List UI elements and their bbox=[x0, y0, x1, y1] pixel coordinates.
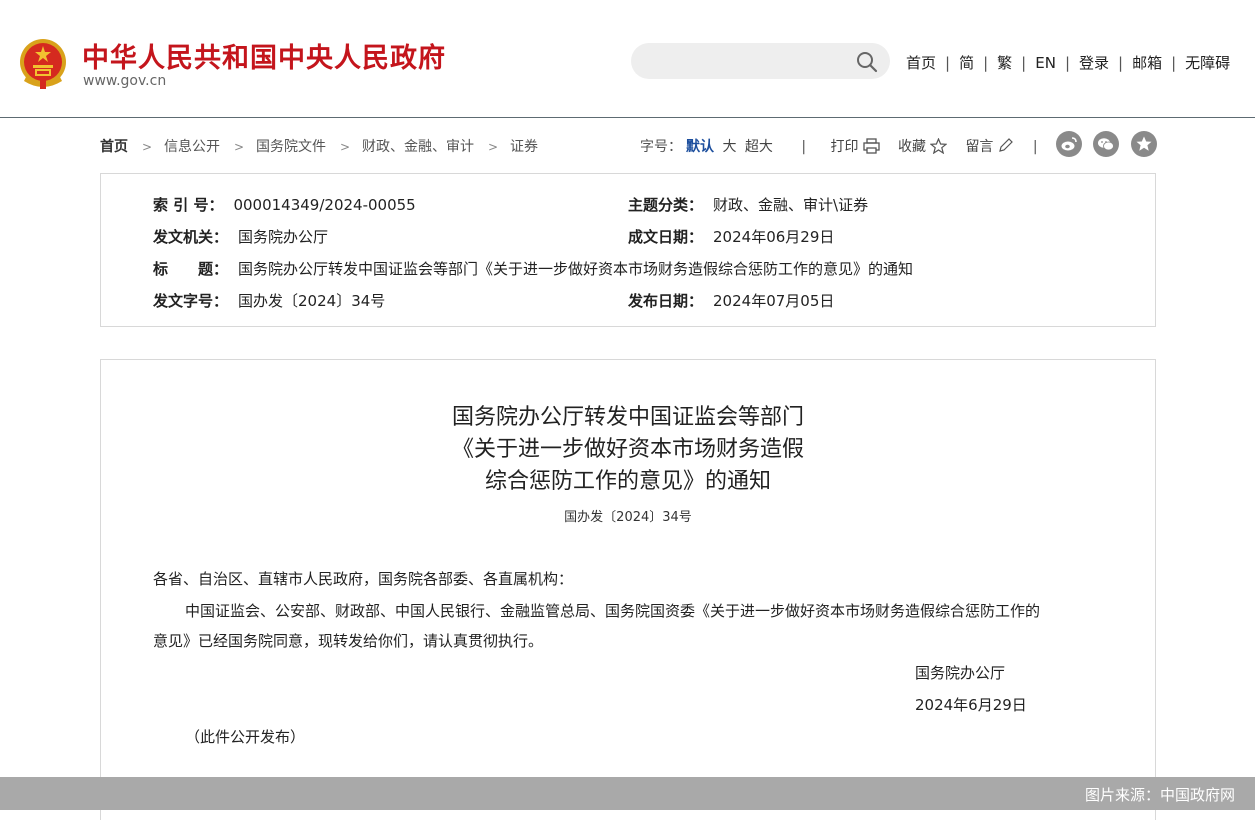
weibo-icon bbox=[1061, 137, 1077, 151]
meta-date-written-label: 成文日期： bbox=[628, 228, 704, 246]
favorite-label: 收藏 bbox=[897, 139, 926, 155]
chevron-right-icon: > bbox=[142, 140, 153, 154]
meta-index: 索 引 号： 000014349/2024-00055 bbox=[153, 194, 416, 215]
article-title: 国务院办公厅转发中国证监会等部门 《关于进一步做好资本市场财务造假 综合惩防工作… bbox=[101, 402, 1155, 498]
meta-title-label: 标 题： bbox=[153, 260, 229, 278]
print-label: 打印 bbox=[830, 139, 859, 155]
nav-divider: | bbox=[1021, 54, 1027, 72]
article-tools: 字号： 默认 大 超大 | 打印 收藏 留言 | bbox=[640, 136, 1058, 156]
breadcrumb-bar: 首页 > 信息公开 > 国务院文件 > 财政、金融、审计 > 证券 字号： 默认 大 超大 | 打… bbox=[100, 131, 1157, 157]
article-content: 国务院办公厅转发中国证监会等部门 《关于进一步做好资本市场财务造假 综合惩防工作… bbox=[100, 359, 1156, 820]
site-header: 中华人民共和国中央人民政府 www.gov.cn 首页 | 简 | 繁 | EN | 登录 | 邮箱… bbox=[0, 0, 1255, 118]
font-size-label: 字号： bbox=[640, 139, 682, 155]
breadcrumb: 首页 > 信息公开 > 国务院文件 > 财政、金融、审计 > 证券 bbox=[100, 136, 538, 156]
weibo-share-button[interactable] bbox=[1056, 131, 1082, 157]
star-icon bbox=[1136, 136, 1152, 151]
national-emblem-icon[interactable] bbox=[18, 37, 68, 91]
font-size-xlarge[interactable]: 超大 bbox=[745, 139, 773, 155]
breadcrumb-finance[interactable]: 财政、金融、审计 bbox=[362, 139, 474, 155]
tools-divider: | bbox=[1032, 139, 1038, 155]
breadcrumb-securities[interactable]: 证券 bbox=[510, 139, 538, 155]
meta-publish-date: 发布日期： 2024年07月05日 bbox=[628, 290, 834, 311]
meta-doc-no: 发文字号： 国办发〔2024〕34号 bbox=[153, 290, 385, 311]
nav-simplified[interactable]: 简 bbox=[959, 54, 974, 72]
comment-label: 留言 bbox=[965, 139, 994, 155]
wechat-icon bbox=[1098, 138, 1114, 151]
meta-publish-label: 发布日期： bbox=[628, 292, 704, 310]
meta-issuer-value: 国务院办公厅 bbox=[238, 228, 329, 246]
breadcrumb-info-public[interactable]: 信息公开 bbox=[164, 139, 220, 155]
meta-doc-no-label: 发文字号： bbox=[153, 292, 229, 310]
search-input[interactable] bbox=[647, 43, 851, 81]
meta-publish-value: 2024年07月05日 bbox=[713, 292, 835, 310]
meta-issuer: 发文机关： 国务院办公厅 bbox=[153, 226, 328, 247]
article-title-line: 综合惩防工作的意见》的通知 bbox=[484, 469, 771, 494]
nav-divider: | bbox=[1064, 54, 1070, 72]
pencil-icon bbox=[999, 138, 1014, 152]
star-outline-icon bbox=[929, 138, 947, 154]
nav-divider: | bbox=[983, 54, 989, 72]
article-salutation: 各省、自治区、直辖市人民政府，国务院各部委、各直属机构： bbox=[153, 570, 574, 588]
chevron-right-icon: > bbox=[234, 140, 245, 154]
article-body-line: 意见》已经国务院同意，现转发给你们，请认真贯彻执行。 bbox=[153, 632, 544, 650]
nav-mail[interactable]: 邮箱 bbox=[1132, 54, 1162, 72]
article-publish-note: （此件公开发布） bbox=[185, 728, 306, 746]
favorite-button[interactable]: 收藏 bbox=[897, 138, 947, 155]
font-size-large[interactable]: 大 bbox=[722, 139, 736, 155]
meta-index-value: 000014349/2024-00055 bbox=[233, 196, 416, 214]
site-url[interactable]: www.gov.cn bbox=[83, 73, 166, 89]
article-title-line: 《关于进一步做好资本市场财务造假 bbox=[451, 437, 804, 462]
nav-home[interactable]: 首页 bbox=[906, 54, 936, 72]
meta-title-value: 国务院办公厅转发中国证监会等部门《关于进一步做好资本市场财务造假综合惩防工作的意… bbox=[238, 260, 914, 278]
meta-topic-value: 财政、金融、审计\证券 bbox=[713, 196, 869, 214]
meta-issuer-label: 发文机关： bbox=[153, 228, 229, 246]
top-nav: 首页 | 简 | 繁 | EN | 登录 | 邮箱 | 无障碍 bbox=[906, 52, 1230, 73]
article-doc-number: 国办发〔2024〕34号 bbox=[564, 510, 692, 525]
chevron-right-icon: > bbox=[340, 140, 351, 154]
breadcrumb-state-council-docs[interactable]: 国务院文件 bbox=[256, 139, 326, 155]
image-source-strip: 图片来源：中国政府网 bbox=[0, 777, 1255, 810]
wechat-share-button[interactable] bbox=[1093, 131, 1119, 157]
nav-accessibility[interactable]: 无障碍 bbox=[1185, 54, 1230, 72]
chevron-right-icon: > bbox=[488, 140, 499, 154]
image-source-text: 图片来源：中国政府网 bbox=[1084, 786, 1235, 804]
article-body-line: 中国证监会、公安部、财政部、中国人民银行、金融监管总局、国务院国资委《关于进一步… bbox=[185, 602, 1041, 620]
nav-traditional[interactable]: 繁 bbox=[997, 54, 1012, 72]
search-icon[interactable] bbox=[856, 51, 878, 73]
nav-divider: | bbox=[1118, 54, 1124, 72]
font-size-default[interactable]: 默认 bbox=[686, 139, 714, 155]
nav-english[interactable]: EN bbox=[1035, 54, 1056, 72]
article-signer: 国务院办公厅 bbox=[915, 664, 1006, 682]
meta-index-label: 索 引 号： bbox=[153, 196, 224, 214]
nav-login[interactable]: 登录 bbox=[1079, 54, 1109, 72]
document-metadata: 索 引 号： 000014349/2024-00055 主题分类： 财政、金融、审计… bbox=[100, 173, 1156, 327]
favorite-share-button[interactable] bbox=[1131, 131, 1157, 157]
article-sign-date: 2024年6月29日 bbox=[915, 696, 1027, 714]
nav-divider: | bbox=[945, 54, 951, 72]
meta-title: 标 题： 国务院办公厅转发中国证监会等部门《关于进一步做好资本市场财务造假综合惩防… bbox=[153, 258, 913, 279]
meta-date-written: 成文日期： 2024年06月29日 bbox=[628, 226, 834, 247]
meta-topic-label: 主题分类： bbox=[628, 196, 704, 214]
breadcrumb-home[interactable]: 首页 bbox=[100, 139, 128, 155]
print-button[interactable]: 打印 bbox=[830, 138, 880, 155]
article-title-line: 国务院办公厅转发中国证监会等部门 bbox=[451, 405, 804, 430]
tools-divider: | bbox=[801, 139, 807, 155]
nav-divider: | bbox=[1171, 54, 1177, 72]
meta-doc-no-value: 国办发〔2024〕34号 bbox=[238, 292, 386, 310]
comment-button[interactable]: 留言 bbox=[965, 138, 1014, 155]
site-title[interactable]: 中华人民共和国中央人民政府 bbox=[82, 36, 446, 75]
meta-date-written-value: 2024年06月29日 bbox=[713, 228, 835, 246]
meta-topic: 主题分类： 财政、金融、审计\证券 bbox=[628, 194, 868, 215]
printer-icon bbox=[862, 138, 880, 154]
search-box bbox=[631, 43, 890, 81]
